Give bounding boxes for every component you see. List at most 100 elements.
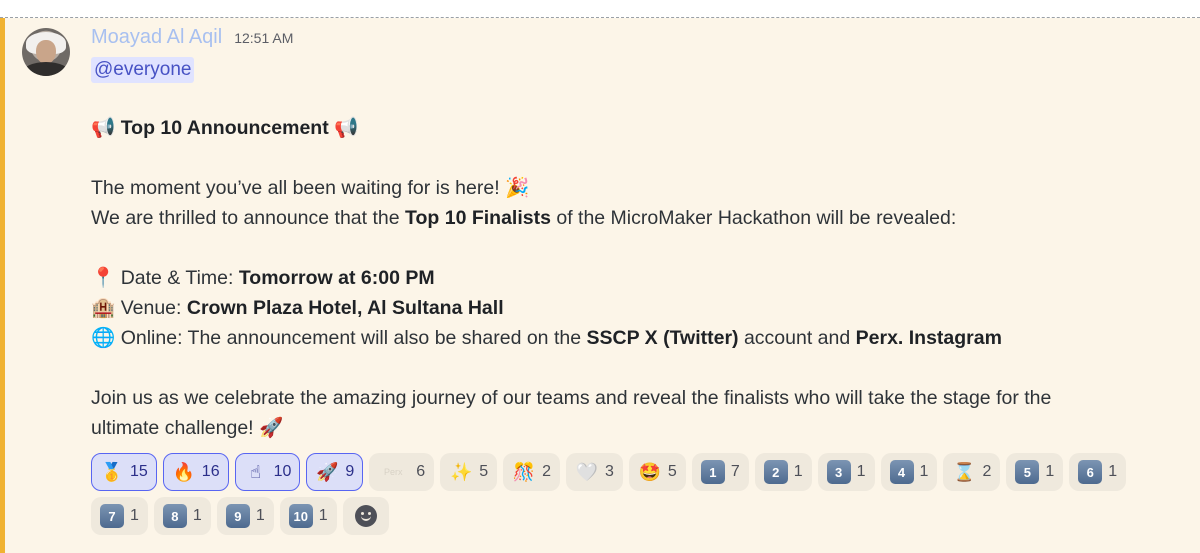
reaction-count: 9 <box>345 463 355 480</box>
reaction-keycap-6[interactable]: 6 1 <box>1069 453 1127 491</box>
perx-logo-icon: Perx <box>384 467 403 477</box>
point-up-icon: ☝ <box>250 461 262 483</box>
keycap-6-icon: 6 <box>1078 460 1103 484</box>
reaction-count: 2 <box>542 463 552 480</box>
closing-line-1: Join us as we celebrate the amazing jour… <box>91 387 1052 409</box>
reaction-count: 1 <box>1045 463 1055 480</box>
white-heart-icon: 🤍 <box>575 461 599 483</box>
intro-line: The moment you’ve all been waiting for i… <box>91 173 1170 203</box>
reaction-count: 6 <box>416 463 426 480</box>
reaction-white-heart[interactable]: 🤍 3 <box>566 453 623 491</box>
reaction-count: 1 <box>793 463 803 480</box>
reaction-rocket[interactable]: 🚀 9 <box>306 453 364 491</box>
reaction-count: 2 <box>982 463 992 480</box>
reaction-keycap-9[interactable]: 9 1 <box>216 497 274 535</box>
reaction-fire[interactable]: 🔥 16 <box>162 453 229 491</box>
add-reaction-button[interactable] <box>342 497 389 535</box>
reaction-keycap-2[interactable]: 2 1 <box>754 453 812 491</box>
reaction-count: 16 <box>201 463 220 480</box>
announcement-title-line: 📢 Top 10 Announcement 📢 <box>91 113 1170 143</box>
reaction-keycap-3[interactable]: 3 1 <box>817 453 875 491</box>
avatar[interactable] <box>22 28 70 76</box>
reaction-sparkles[interactable]: ✨ 5 <box>440 453 498 491</box>
keycap-7-icon: 7 <box>100 504 124 528</box>
finalists-text-pre: We are thrilled to announce that the <box>91 207 406 229</box>
date-value: Tomorrow at 6:00 PM <box>238 267 435 289</box>
keycap-1-icon: 1 <box>700 460 725 484</box>
venue-value: Crown Plaza Hotel, Al Sultana Hall <box>186 297 504 319</box>
message-header: Moayad Al Aqil 12:51 AM <box>91 26 1170 52</box>
hotel-icon: 🏨 <box>91 296 116 319</box>
online-twitter: SSCP X (Twitter) <box>586 327 739 349</box>
keycap-4-icon: 4 <box>889 460 914 484</box>
reaction-keycap-8[interactable]: 8 1 <box>153 497 211 535</box>
confetti-ball-icon: 🎊 <box>512 461 536 483</box>
venue-line: 🏨 Venue: Crown Plaza Hotel, Al Sultana H… <box>91 293 1170 323</box>
rocket-icon: 🚀 <box>259 416 284 439</box>
reaction-keycap-10[interactable]: 10 1 <box>279 497 337 535</box>
online-mid: account and <box>738 327 856 349</box>
medal-icon: 🥇 <box>100 461 124 483</box>
reaction-count: 1 <box>192 507 202 524</box>
keycap-10-icon: 10 <box>288 504 313 528</box>
everyone-mention[interactable]: @everyone <box>91 57 195 83</box>
keycap-2-icon: 2 <box>763 460 788 484</box>
closing-line-2: ultimate challenge! 🚀 <box>91 413 1170 443</box>
reaction-point-up[interactable]: ☝ 10 <box>234 453 301 491</box>
reaction-count: 5 <box>479 463 489 480</box>
online-instagram: Perx. Instagram <box>855 327 1002 349</box>
reaction-star-struck[interactable]: 🤩 5 <box>628 453 686 491</box>
keycap-8-icon: 8 <box>162 504 187 528</box>
online-label: Online: The announcement will also be sh… <box>120 327 587 349</box>
reaction-count: 1 <box>1108 463 1118 480</box>
reaction-hourglass[interactable]: ⌛ 2 <box>943 453 1001 491</box>
reaction-perx[interactable]: Perx 6 <box>369 453 435 491</box>
venue-label: Venue: <box>120 297 187 319</box>
intro-text: The moment you’ve all been waiting for i… <box>91 177 500 199</box>
party-popper-icon: 🎉 <box>505 176 530 199</box>
megaphone-icon: 📢 <box>334 116 359 139</box>
reaction-count: 15 <box>130 463 148 480</box>
reaction-count: 1 <box>130 507 139 524</box>
reaction-keycap-1[interactable]: 1 7 <box>691 453 749 491</box>
reaction-keycap-4[interactable]: 4 1 <box>880 453 938 491</box>
online-line: 🌐 Online: The announcement will also be … <box>91 323 1170 353</box>
keycap-3-icon: 3 <box>826 460 851 484</box>
closing-text: ultimate challenge! <box>91 417 254 439</box>
hourglass-icon: ⌛ <box>953 461 976 483</box>
smiley-icon <box>354 505 377 527</box>
announcement-title: Top 10 Announcement <box>120 117 329 139</box>
message-content: Moayad Al Aqil 12:51 AM @everyone 📢 Top … <box>91 26 1170 443</box>
reaction-count: 1 <box>856 463 866 480</box>
star-struck-icon: 🤩 <box>638 461 662 483</box>
rocket-icon: 🚀 <box>316 461 339 483</box>
reaction-keycap-5[interactable]: 5 1 <box>1006 453 1064 491</box>
megaphone-icon: 📢 <box>91 116 116 139</box>
sparkles-icon: ✨ <box>449 461 473 483</box>
finalists-line: We are thrilled to announce that the Top… <box>91 203 1170 233</box>
pin-icon: 📍 <box>91 266 116 289</box>
reaction-count: 1 <box>318 507 328 524</box>
username[interactable]: Moayad Al Aqil <box>91 26 222 49</box>
date-label: Date & Time: <box>120 267 239 289</box>
finalists-bold: Top 10 Finalists <box>405 207 551 229</box>
reaction-count: 7 <box>730 463 740 480</box>
reaction-count: 10 <box>273 463 292 480</box>
mention-highlight-bar <box>0 18 5 553</box>
finalists-text-post: of the MicroMaker Hackathon will be reve… <box>550 207 957 229</box>
keycap-5-icon: 5 <box>1015 460 1040 484</box>
date-line: 📍 Date & Time: Tomorrow at 6:00 PM <box>91 263 1170 293</box>
reaction-count: 1 <box>919 463 929 480</box>
reaction-medal[interactable]: 🥇 15 <box>91 453 157 491</box>
reaction-keycap-7[interactable]: 7 1 <box>91 497 148 535</box>
keycap-9-icon: 9 <box>225 504 250 528</box>
reaction-count: 5 <box>667 463 677 480</box>
timestamp[interactable]: 12:51 AM <box>234 30 293 46</box>
reaction-count: 3 <box>605 463 614 480</box>
reaction-count: 1 <box>255 507 265 524</box>
top-divider <box>0 0 1200 18</box>
reaction-confetti[interactable]: 🎊 2 <box>503 453 561 491</box>
reactions-bar: 🥇 15 🔥 16 ☝ 10 🚀 9 Perx 6 ✨ 5 🎊 2 🤍 3 🤩 … <box>91 453 1176 535</box>
globe-icon: 🌐 <box>91 326 116 349</box>
fire-icon: 🔥 <box>172 461 195 483</box>
